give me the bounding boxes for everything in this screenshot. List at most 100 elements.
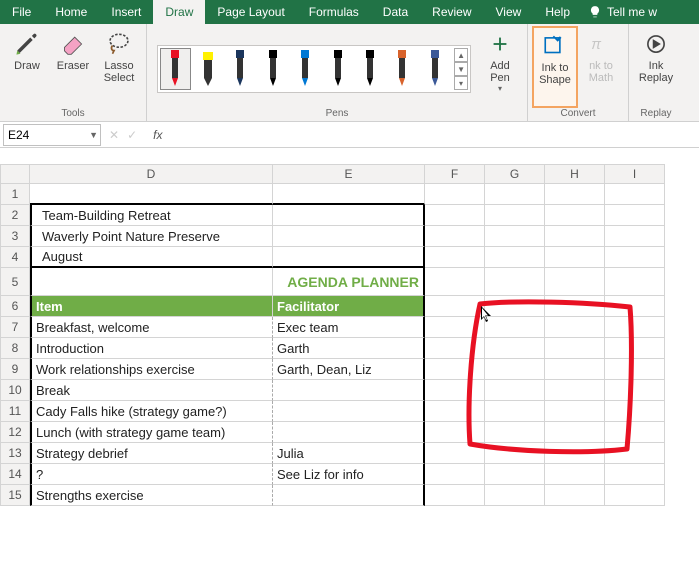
cell[interactable] (485, 226, 545, 247)
col-header[interactable]: H (545, 164, 605, 184)
cell[interactable] (485, 359, 545, 380)
cell[interactable] (425, 359, 485, 380)
cell[interactable] (605, 184, 665, 205)
add-pen-button[interactable]: Add Pen ▾ (477, 26, 523, 108)
cell[interactable] (425, 247, 485, 268)
pen-black3[interactable] (355, 48, 385, 90)
pen-black[interactable] (257, 48, 287, 90)
col-header[interactable]: D (30, 164, 273, 184)
cell[interactable] (485, 296, 545, 317)
cell[interactable] (545, 338, 605, 359)
menu-formulas[interactable]: Formulas (297, 0, 371, 24)
cell[interactable] (425, 443, 485, 464)
row-header[interactable]: 7 (0, 317, 30, 338)
lasso-button[interactable]: Lasso Select (96, 26, 142, 108)
cell[interactable]: AGENDA PLANNER (273, 268, 425, 296)
cell[interactable] (485, 464, 545, 485)
cell[interactable] (485, 317, 545, 338)
menu-draw[interactable]: Draw (153, 0, 205, 24)
cell[interactable] (425, 184, 485, 205)
row-header[interactable]: 3 (0, 226, 30, 247)
cell[interactable]: See Liz for info (273, 464, 425, 485)
cell[interactable] (485, 401, 545, 422)
cell[interactable]: Strategy debrief (30, 443, 273, 464)
gallery-up-icon[interactable]: ▲ (454, 48, 468, 62)
row-header[interactable]: 10 (0, 380, 30, 401)
eraser-button[interactable]: Eraser (50, 26, 96, 108)
gallery-more-icon[interactable]: ▾ (454, 76, 468, 90)
row-header[interactable]: 8 (0, 338, 30, 359)
col-header[interactable]: E (273, 164, 425, 184)
cell[interactable]: Facilitator (273, 296, 425, 317)
highlighter-yellow[interactable] (193, 48, 223, 90)
cell[interactable] (485, 184, 545, 205)
cell[interactable]: Team-Building Retreat (30, 205, 273, 226)
cell[interactable] (545, 443, 605, 464)
cell[interactable]: Exec team (273, 317, 425, 338)
menu-file[interactable]: File (0, 0, 43, 24)
cell[interactable] (425, 464, 485, 485)
cell[interactable] (545, 184, 605, 205)
gallery-controls[interactable]: ▲ ▼ ▾ (454, 48, 468, 90)
cell[interactable] (545, 464, 605, 485)
cell[interactable]: Strengths exercise (30, 485, 273, 506)
menu-help[interactable]: Help (533, 0, 582, 24)
cell[interactable] (545, 401, 605, 422)
cell[interactable] (545, 422, 605, 443)
cell[interactable] (425, 485, 485, 506)
cell[interactable]: Julia (273, 443, 425, 464)
cell[interactable] (273, 422, 425, 443)
cell[interactable] (605, 485, 665, 506)
cell[interactable] (425, 317, 485, 338)
cell[interactable]: Lunch (with strategy game team) (30, 422, 273, 443)
cell[interactable] (425, 422, 485, 443)
cell[interactable]: Cady Falls hike (strategy game?) (30, 401, 273, 422)
cell[interactable] (605, 380, 665, 401)
col-header[interactable]: G (485, 164, 545, 184)
row-header[interactable]: 11 (0, 401, 30, 422)
cell[interactable]: Garth (273, 338, 425, 359)
cell[interactable] (605, 338, 665, 359)
cell[interactable] (545, 380, 605, 401)
gallery-down-icon[interactable]: ▼ (454, 62, 468, 76)
chevron-down-icon[interactable]: ▼ (89, 130, 98, 140)
pen-blue[interactable] (290, 48, 320, 90)
cell[interactable] (605, 268, 665, 296)
cell[interactable] (605, 205, 665, 226)
row-header[interactable]: 15 (0, 485, 30, 506)
menu-data[interactable]: Data (371, 0, 420, 24)
cell[interactable]: Breakfast, welcome (30, 317, 273, 338)
cell[interactable]: Garth, Dean, Liz (273, 359, 425, 380)
row-header[interactable]: 1 (0, 184, 30, 205)
cell[interactable] (273, 401, 425, 422)
cell[interactable] (605, 226, 665, 247)
cell[interactable] (425, 380, 485, 401)
cell[interactable] (273, 485, 425, 506)
cell[interactable] (605, 296, 665, 317)
cell[interactable] (485, 443, 545, 464)
pen-orange[interactable] (387, 48, 417, 90)
cell[interactable]: August (30, 247, 273, 268)
cell[interactable] (30, 268, 273, 296)
name-box[interactable]: E24 ▼ (3, 124, 101, 146)
cell[interactable] (545, 205, 605, 226)
pen-navy[interactable] (225, 48, 255, 90)
row-header[interactable]: 2 (0, 205, 30, 226)
row-header[interactable]: 12 (0, 422, 30, 443)
menu-view[interactable]: View (484, 0, 534, 24)
cell[interactable] (425, 268, 485, 296)
pens-gallery[interactable]: ▲ ▼ ▾ (151, 26, 477, 108)
cell[interactable] (605, 422, 665, 443)
cell[interactable] (273, 380, 425, 401)
cell[interactable]: Item (30, 296, 273, 317)
row-header[interactable]: 14 (0, 464, 30, 485)
select-all-corner[interactable] (0, 164, 30, 184)
cell[interactable] (545, 268, 605, 296)
cell[interactable] (545, 359, 605, 380)
cell[interactable] (425, 338, 485, 359)
row-header[interactable]: 13 (0, 443, 30, 464)
cell[interactable] (605, 359, 665, 380)
row-header[interactable]: 6 (0, 296, 30, 317)
cell[interactable] (485, 268, 545, 296)
row-header[interactable]: 9 (0, 359, 30, 380)
